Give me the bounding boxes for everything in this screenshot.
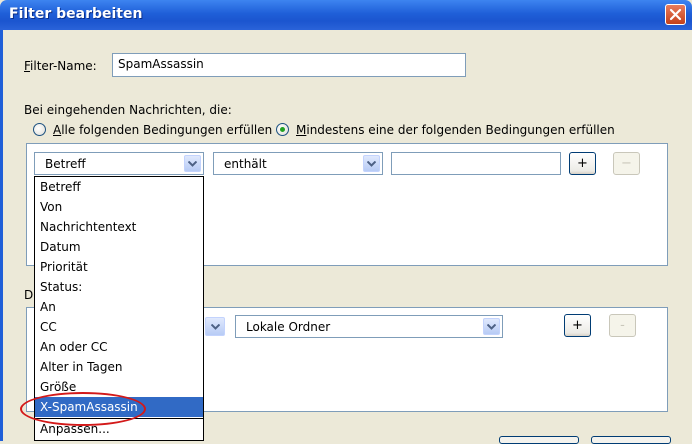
cancel-button[interactable]	[591, 436, 671, 444]
condition-operator-value: enthält	[224, 157, 267, 171]
dropdown-option[interactable]: An	[35, 297, 203, 317]
add-condition-button[interactable]: +	[569, 152, 596, 175]
incoming-messages-label: Bei eingehenden Nachrichten, die:	[24, 103, 232, 117]
any-condition-radio[interactable]	[276, 123, 289, 136]
dropdown-option[interactable]: Status:	[35, 277, 203, 297]
filter-name-value: SpamAssassin	[118, 57, 204, 71]
dropdown-option[interactable]: Von	[35, 197, 203, 217]
remove-action-button[interactable]: -	[609, 314, 636, 337]
title-bar: Filter bearbeiten	[0, 0, 692, 30]
action-target-dropdown-button[interactable]	[483, 318, 500, 335]
condition-field-value: Betreff	[45, 157, 86, 171]
action-type-dropdown-button[interactable]	[205, 317, 225, 336]
condition-field-select[interactable]: Betreff	[34, 152, 204, 175]
highlight-annotation-ellipse	[20, 392, 146, 426]
dropdown-option[interactable]: An oder CC	[35, 337, 203, 357]
dropdown-option[interactable]: Alter in Tagen	[35, 357, 203, 377]
ok-button[interactable]	[499, 436, 579, 444]
remove-condition-button[interactable]: −	[613, 152, 640, 175]
close-icon	[669, 8, 682, 21]
chevron-down-icon	[188, 161, 197, 167]
all-conditions-label[interactable]: Alle folgenden Bedingungen erfüllen	[53, 123, 272, 137]
add-action-button[interactable]: +	[564, 314, 591, 337]
radio-selected-dot	[280, 127, 285, 132]
action-target-folder-select[interactable]: Lokale Ordner	[235, 315, 503, 338]
filter-name-input[interactable]: SpamAssassin	[112, 53, 466, 77]
any-condition-label[interactable]: Mindestens eine der folgenden Bedingunge…	[296, 123, 615, 137]
dropdown-option[interactable]: Datum	[35, 237, 203, 257]
dropdown-option[interactable]: CC	[35, 317, 203, 337]
actions-label-fragment: D	[24, 288, 34, 302]
condition-field-dropdown-button[interactable]	[184, 155, 201, 172]
action-target-value: Lokale Ordner	[246, 320, 331, 334]
dropdown-option[interactable]: Nachrichtentext	[35, 217, 203, 237]
chevron-down-icon	[211, 324, 220, 330]
filter-name-label: Filter-Name:	[24, 59, 97, 73]
dropdown-option[interactable]: Priorität	[35, 257, 203, 277]
dropdown-option[interactable]: Betreff	[35, 177, 203, 197]
chevron-down-icon	[487, 324, 496, 330]
all-conditions-radio[interactable]	[33, 123, 46, 136]
close-button[interactable]	[665, 4, 686, 25]
condition-operator-select[interactable]: enthält	[213, 152, 383, 175]
chevron-down-icon	[367, 161, 376, 167]
condition-operator-dropdown-button[interactable]	[363, 155, 380, 172]
condition-value-input[interactable]	[391, 152, 561, 175]
window-title: Filter bearbeiten	[9, 6, 143, 22]
